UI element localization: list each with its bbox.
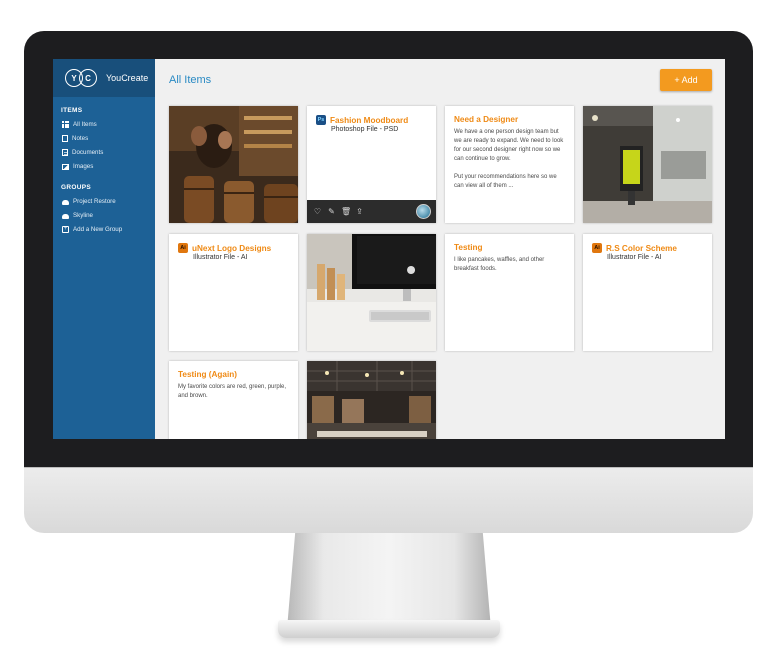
card-title: Ps Fashion Moodboard bbox=[307, 106, 436, 125]
sidebar-item-label: All Items bbox=[73, 121, 97, 128]
sidebar-item-label: Documents bbox=[72, 149, 104, 156]
desk-photo bbox=[307, 234, 436, 351]
card-title-text: Fashion Moodboard bbox=[330, 115, 409, 125]
sidebar-item-project-restore[interactable]: Project Restore bbox=[53, 195, 155, 209]
card-subtitle: Illustrator File - AI bbox=[193, 254, 248, 261]
car-icon bbox=[62, 199, 69, 205]
card-rs-color-scheme[interactable]: Ai R.S Color Scheme Illustrator File - A… bbox=[583, 234, 712, 351]
monitor-stand bbox=[287, 533, 491, 629]
logo: Y C bbox=[65, 67, 101, 89]
app-screen: Y C YouCreate ITEMS All Items Notes Docu… bbox=[53, 59, 725, 439]
card-title: Ai uNext Logo Designs bbox=[169, 234, 298, 253]
card-subtitle: Illustrator File - AI bbox=[607, 254, 662, 261]
card-title: Testing (Again) bbox=[178, 370, 237, 379]
sidebar-item-add-group[interactable]: + Add a New Group bbox=[53, 223, 155, 237]
card-fashion-moodboard[interactable]: Ps Fashion Moodboard Photoshop File - PS… bbox=[307, 106, 436, 223]
card-photo-office[interactable] bbox=[583, 106, 712, 223]
main-content: All Items + Add Ps Fashion Moodboard Pho… bbox=[155, 59, 725, 439]
share-icon[interactable]: ⇪ bbox=[355, 207, 364, 216]
card-photo-bar[interactable] bbox=[169, 106, 298, 223]
edit-icon[interactable]: ✎ bbox=[327, 207, 336, 216]
card-title: Testing bbox=[454, 243, 483, 252]
grid-icon bbox=[62, 121, 69, 128]
card-title: Need a Designer bbox=[454, 115, 519, 124]
plus-square-icon: + bbox=[62, 226, 69, 233]
sidebar-item-label: Notes bbox=[72, 135, 89, 142]
card-text: We have a one person design team but we … bbox=[454, 129, 564, 189]
workspace-photo bbox=[307, 361, 436, 439]
brand[interactable]: Y C YouCreate bbox=[53, 59, 155, 97]
card-text: I like pancakes, waffles, and other brea… bbox=[454, 257, 545, 272]
sidebar-item-label: Skyline bbox=[73, 212, 93, 219]
note-icon bbox=[62, 135, 68, 142]
monitor-stand-base bbox=[278, 620, 500, 638]
car-icon bbox=[62, 213, 69, 219]
card-title: Ai R.S Color Scheme bbox=[583, 234, 712, 253]
card-subtitle: Photoshop File - PSD bbox=[331, 126, 399, 133]
card-title-text: R.S Color Scheme bbox=[606, 243, 677, 253]
sidebar-item-label: Project Restore bbox=[73, 198, 116, 205]
sidebar-item-notes[interactable]: Notes bbox=[53, 132, 155, 146]
document-icon bbox=[62, 149, 68, 156]
card-title-text: uNext Logo Designs bbox=[192, 243, 272, 253]
groups-section-title: GROUPS bbox=[61, 184, 91, 191]
page-title: All Items bbox=[169, 74, 212, 86]
card-photo-desk[interactable] bbox=[307, 234, 436, 351]
card-photo-workspace[interactable] bbox=[307, 361, 436, 439]
sidebar-item-skyline[interactable]: Skyline bbox=[53, 209, 155, 223]
card-need-a-designer[interactable]: Need a Designer We have a one person des… bbox=[445, 106, 574, 223]
sidebar-item-label: Add a New Group bbox=[73, 226, 123, 233]
illustrator-file-icon: Ai bbox=[178, 243, 188, 253]
sidebar-item-label: Images bbox=[73, 163, 94, 170]
office-photo bbox=[583, 106, 712, 223]
card-testing[interactable]: Testing I like pancakes, waffles, and ot… bbox=[445, 234, 574, 351]
card-testing-again[interactable]: Testing (Again) My favorite colors are r… bbox=[169, 361, 298, 439]
image-icon bbox=[62, 163, 69, 170]
card-text: My favorite colors are red, green, purpl… bbox=[178, 384, 287, 399]
sidebar-item-all-items[interactable]: All Items bbox=[53, 118, 155, 132]
sidebar: Y C YouCreate ITEMS All Items Notes Docu… bbox=[53, 59, 155, 439]
heart-icon[interactable]: ♡ bbox=[313, 207, 322, 216]
avatar[interactable] bbox=[416, 204, 431, 219]
card-toolbar: ♡ ✎ 🗑 ⇪ bbox=[307, 200, 436, 223]
bar-photo bbox=[169, 106, 298, 223]
sidebar-item-images[interactable]: Images bbox=[53, 160, 155, 174]
illustrator-file-icon: Ai bbox=[592, 243, 602, 253]
trash-icon[interactable]: 🗑 bbox=[341, 207, 351, 216]
monitor-chin bbox=[24, 467, 753, 533]
brand-name: YouCreate bbox=[106, 73, 149, 83]
add-button[interactable]: + Add bbox=[660, 69, 712, 91]
items-section-title: ITEMS bbox=[61, 107, 83, 114]
sidebar-item-documents[interactable]: Documents bbox=[53, 146, 155, 160]
photoshop-file-icon: Ps bbox=[316, 115, 326, 125]
card-unext-logo-designs[interactable]: Ai uNext Logo Designs Illustrator File -… bbox=[169, 234, 298, 351]
logo-letter: C bbox=[79, 69, 97, 87]
